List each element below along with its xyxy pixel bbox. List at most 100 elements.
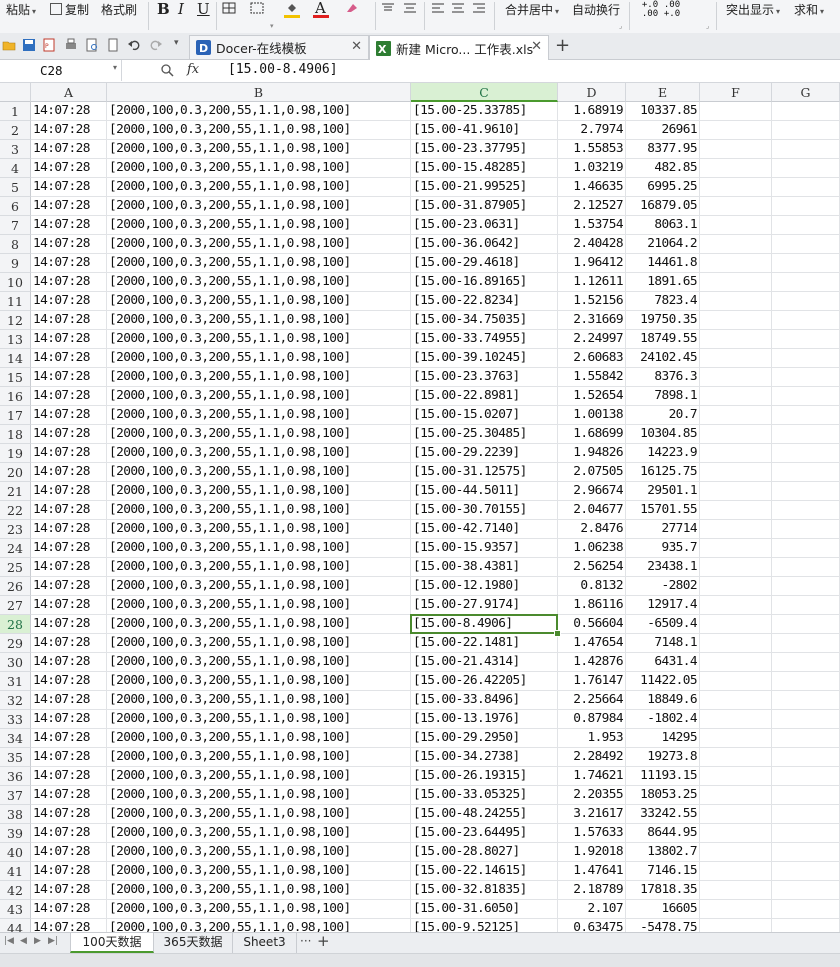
cell-c[interactable]: [15.00-38.4381]	[411, 558, 558, 577]
row-header[interactable]: 6	[0, 197, 31, 216]
cell-a[interactable]: 14:07:28	[31, 748, 107, 767]
cell-g[interactable]	[772, 482, 840, 501]
cell-c[interactable]: [15.00-29.2239]	[411, 444, 558, 463]
cell-e[interactable]: 16879.05	[626, 197, 700, 216]
cell-f[interactable]	[700, 919, 772, 932]
cell-g[interactable]	[772, 140, 840, 159]
cell-g[interactable]	[772, 387, 840, 406]
cell-a[interactable]: 14:07:28	[31, 577, 107, 596]
cell-c[interactable]: [15.00-15.48285]	[411, 159, 558, 178]
cell-a[interactable]: 14:07:28	[31, 805, 107, 824]
cell-g[interactable]	[772, 292, 840, 311]
cell-g[interactable]	[772, 919, 840, 932]
cell-f[interactable]	[700, 900, 772, 919]
cell-a[interactable]: 14:07:28	[31, 387, 107, 406]
first-sheet-icon[interactable]: |◀	[4, 936, 14, 946]
cell-a[interactable]: 14:07:28	[31, 349, 107, 368]
row-header[interactable]: 19	[0, 444, 31, 463]
cell-g[interactable]	[772, 159, 840, 178]
cell-d[interactable]: 2.60683	[558, 349, 626, 368]
align-center-icon[interactable]	[451, 2, 465, 14]
cell-e[interactable]: -2802	[626, 577, 700, 596]
cell-d[interactable]: 0.56604	[558, 615, 626, 634]
cell-b[interactable]: [2000,100,0.3,200,55,1.1,0.98,100]	[107, 577, 411, 596]
function-icon[interactable]: fx	[187, 62, 199, 77]
cell-a[interactable]: 14:07:28	[31, 615, 107, 634]
sheet-tab-100-days[interactable]: 100天数据	[70, 933, 154, 953]
cell-g[interactable]	[772, 520, 840, 539]
cell-b[interactable]: [2000,100,0.3,200,55,1.1,0.98,100]	[107, 425, 411, 444]
cell-f[interactable]	[700, 159, 772, 178]
cell-f[interactable]	[700, 330, 772, 349]
cell-e[interactable]: 20.7	[626, 406, 700, 425]
cell-b[interactable]: [2000,100,0.3,200,55,1.1,0.98,100]	[107, 406, 411, 425]
cell-d[interactable]: 0.63475	[558, 919, 626, 932]
cell-g[interactable]	[772, 330, 840, 349]
cell-d[interactable]: 0.87984	[558, 710, 626, 729]
undo-icon[interactable]	[127, 38, 141, 52]
cell-c[interactable]: [15.00-22.8981]	[411, 387, 558, 406]
cell-f[interactable]	[700, 843, 772, 862]
cell-a[interactable]: 14:07:28	[31, 710, 107, 729]
cell-g[interactable]	[772, 444, 840, 463]
cell-e[interactable]: 18053.25	[626, 786, 700, 805]
row-header[interactable]: 25	[0, 558, 31, 577]
cell-a[interactable]: 14:07:28	[31, 596, 107, 615]
print-icon[interactable]	[64, 38, 78, 52]
row-header[interactable]: 28	[0, 615, 31, 634]
cell-g[interactable]	[772, 691, 840, 710]
cell-d[interactable]: 1.52654	[558, 387, 626, 406]
cell-b[interactable]: [2000,100,0.3,200,55,1.1,0.98,100]	[107, 653, 411, 672]
cell-c[interactable]: [15.00-42.7140]	[411, 520, 558, 539]
cell-d[interactable]: 2.04677	[558, 501, 626, 520]
cell-d[interactable]: 0.8132	[558, 577, 626, 596]
select-all-corner[interactable]	[0, 83, 31, 102]
cell-f[interactable]	[700, 463, 772, 482]
cell-a[interactable]: 14:07:28	[31, 140, 107, 159]
row-header[interactable]: 24	[0, 539, 31, 558]
cell-d[interactable]: 2.40428	[558, 235, 626, 254]
cell-f[interactable]	[700, 729, 772, 748]
bold-button[interactable]: B	[157, 0, 170, 18]
cell-e[interactable]: 482.85	[626, 159, 700, 178]
cell-d[interactable]: 2.24997	[558, 330, 626, 349]
fill-style-icon[interactable]	[250, 2, 264, 14]
cell-c[interactable]: [15.00-34.75035]	[411, 311, 558, 330]
cell-f[interactable]	[700, 273, 772, 292]
cell-g[interactable]	[772, 653, 840, 672]
formula-input[interactable]: [15.00-8.4906]	[228, 62, 338, 77]
cell-e[interactable]: 18749.55	[626, 330, 700, 349]
column-header-g[interactable]: G	[772, 83, 840, 102]
row-header[interactable]: 12	[0, 311, 31, 330]
cell-c[interactable]: [15.00-22.14615]	[411, 862, 558, 881]
cell-e[interactable]: 33242.55	[626, 805, 700, 824]
cell-g[interactable]	[772, 254, 840, 273]
cell-g[interactable]	[772, 349, 840, 368]
cell-e[interactable]: 10304.85	[626, 425, 700, 444]
cell-d[interactable]: 2.7974	[558, 121, 626, 140]
last-sheet-icon[interactable]: ▶|	[48, 936, 58, 946]
cell-f[interactable]	[700, 444, 772, 463]
cell-f[interactable]	[700, 691, 772, 710]
cell-c[interactable]: [15.00-21.99525]	[411, 178, 558, 197]
cell-a[interactable]: 14:07:28	[31, 311, 107, 330]
cell-a[interactable]: 14:07:28	[31, 558, 107, 577]
cell-b[interactable]: [2000,100,0.3,200,55,1.1,0.98,100]	[107, 881, 411, 900]
cell-c[interactable]: [15.00-13.1976]	[411, 710, 558, 729]
cell-g[interactable]	[772, 102, 840, 121]
cell-a[interactable]: 14:07:28	[31, 444, 107, 463]
sheet-tab-365-days[interactable]: 365天数据	[154, 933, 233, 953]
cell-f[interactable]	[700, 349, 772, 368]
align-left-icon[interactable]	[431, 2, 445, 14]
open-folder-icon[interactable]	[2, 38, 16, 52]
copy-button[interactable]: 复制	[50, 1, 89, 18]
cell-b[interactable]: [2000,100,0.3,200,55,1.1,0.98,100]	[107, 634, 411, 653]
cell-b[interactable]: [2000,100,0.3,200,55,1.1,0.98,100]	[107, 767, 411, 786]
cell-a[interactable]: 14:07:28	[31, 292, 107, 311]
cell-c[interactable]: [15.00-9.52125]	[411, 919, 558, 932]
row-header[interactable]: 16	[0, 387, 31, 406]
cell-a[interactable]: 14:07:28	[31, 102, 107, 121]
cell-a[interactable]: 14:07:28	[31, 786, 107, 805]
cell-c[interactable]: [15.00-32.81835]	[411, 881, 558, 900]
cell-d[interactable]: 2.07505	[558, 463, 626, 482]
